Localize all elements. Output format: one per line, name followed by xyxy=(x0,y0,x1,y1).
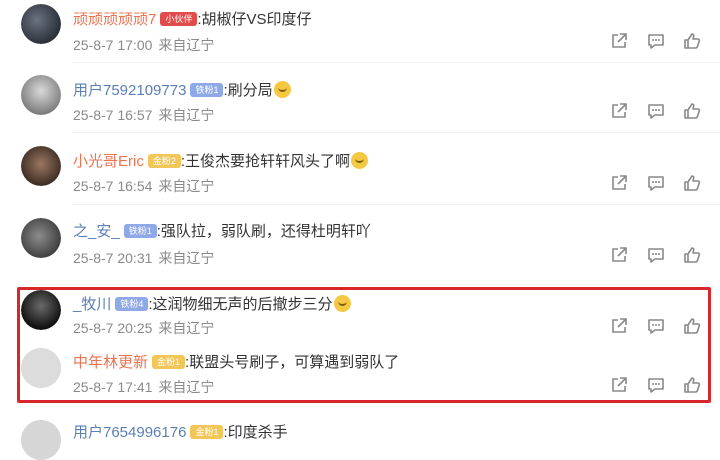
username[interactable]: 用户7654996176 xyxy=(73,424,186,441)
share-icon[interactable] xyxy=(609,375,629,395)
username[interactable]: 之_安_ xyxy=(73,223,120,240)
thumbs-up-icon[interactable] xyxy=(682,31,702,51)
comment-text: :联盟头号刷子，可算遇到弱队了 xyxy=(185,354,400,371)
comment-actions xyxy=(609,375,704,395)
comment-text: :这润物细无声的后撤步三分 xyxy=(148,296,333,313)
comment-location: 来自辽宁 xyxy=(158,250,215,266)
comment-text: :胡椒仔VS印度仔 xyxy=(197,11,312,28)
share-icon[interactable] xyxy=(609,101,629,121)
comment-actions xyxy=(609,101,704,121)
comment-icon[interactable] xyxy=(646,245,666,265)
comment-time: 25-8-7 16:57 xyxy=(73,107,153,123)
thumbs-up-icon[interactable] xyxy=(682,316,702,336)
comment-actions xyxy=(609,31,704,51)
user-badge: 金粉1 xyxy=(190,425,224,439)
avatar[interactable] xyxy=(21,420,61,460)
comment-actions xyxy=(609,245,704,265)
divider xyxy=(73,204,720,205)
user-badge: 金粉1 xyxy=(152,355,186,369)
user-badge: 铁粉1 xyxy=(190,83,224,97)
avatar[interactable] xyxy=(21,75,61,115)
user-badge: 小伙伴 xyxy=(160,12,198,26)
avatar[interactable] xyxy=(21,218,61,258)
comment-icon[interactable] xyxy=(646,101,666,121)
avatar[interactable] xyxy=(21,4,61,44)
comment-time: 25-8-7 17:00 xyxy=(73,37,153,53)
share-icon[interactable] xyxy=(609,173,629,193)
emoji-icon xyxy=(351,152,369,169)
user-badge: 铁粉4 xyxy=(115,297,149,311)
comment-time: 25-8-7 20:25 xyxy=(73,320,153,336)
user-badge: 金粉2 xyxy=(147,154,181,168)
user-badge: 铁粉1 xyxy=(123,224,157,238)
comment-location: 来自辽宁 xyxy=(158,107,215,123)
share-icon[interactable] xyxy=(609,245,629,265)
comment-icon[interactable] xyxy=(646,375,666,395)
avatar[interactable] xyxy=(21,290,61,330)
emoji-icon xyxy=(273,81,291,98)
comment-actions xyxy=(609,316,704,336)
comment-time: 25-8-7 20:31 xyxy=(73,250,153,266)
comment-icon[interactable] xyxy=(646,31,666,51)
username[interactable]: 小光哥Eric xyxy=(73,153,144,170)
share-icon[interactable] xyxy=(609,316,629,336)
comment-location: 来自辽宁 xyxy=(158,379,215,395)
avatar[interactable] xyxy=(21,348,61,388)
username[interactable]: 中年林更新 xyxy=(73,354,148,371)
thumbs-up-icon[interactable] xyxy=(682,245,702,265)
thumbs-up-icon[interactable] xyxy=(682,101,702,121)
avatar[interactable] xyxy=(21,146,61,186)
comment-icon[interactable] xyxy=(646,173,666,193)
username[interactable]: 顽顽顽顽顽7 xyxy=(73,11,156,28)
username[interactable]: _牧川 xyxy=(73,296,111,313)
comment-actions xyxy=(609,173,704,193)
emoji-icon xyxy=(333,295,351,312)
comment-location: 来自辽宁 xyxy=(158,37,215,53)
comment-time: 25-8-7 17:41 xyxy=(73,379,153,395)
comment-location: 来自辽宁 xyxy=(158,178,215,194)
comment-text: :刷分局 xyxy=(223,82,273,99)
divider xyxy=(73,132,720,133)
comment-text: :印度杀手 xyxy=(223,424,288,441)
username[interactable]: 用户7592109773 xyxy=(73,82,186,99)
thumbs-up-icon[interactable] xyxy=(682,173,702,193)
thumbs-up-icon[interactable] xyxy=(682,375,702,395)
comment-text: :强队拉，弱队刷，还得杜明轩吖 xyxy=(156,223,371,240)
divider xyxy=(73,62,720,63)
comment-icon[interactable] xyxy=(646,316,666,336)
comment-location: 来自辽宁 xyxy=(158,320,215,336)
comment-time: 25-8-7 16:54 xyxy=(73,178,153,194)
comment-text: :王俊杰要抢轩轩风头了啊 xyxy=(180,153,351,170)
share-icon[interactable] xyxy=(609,31,629,51)
